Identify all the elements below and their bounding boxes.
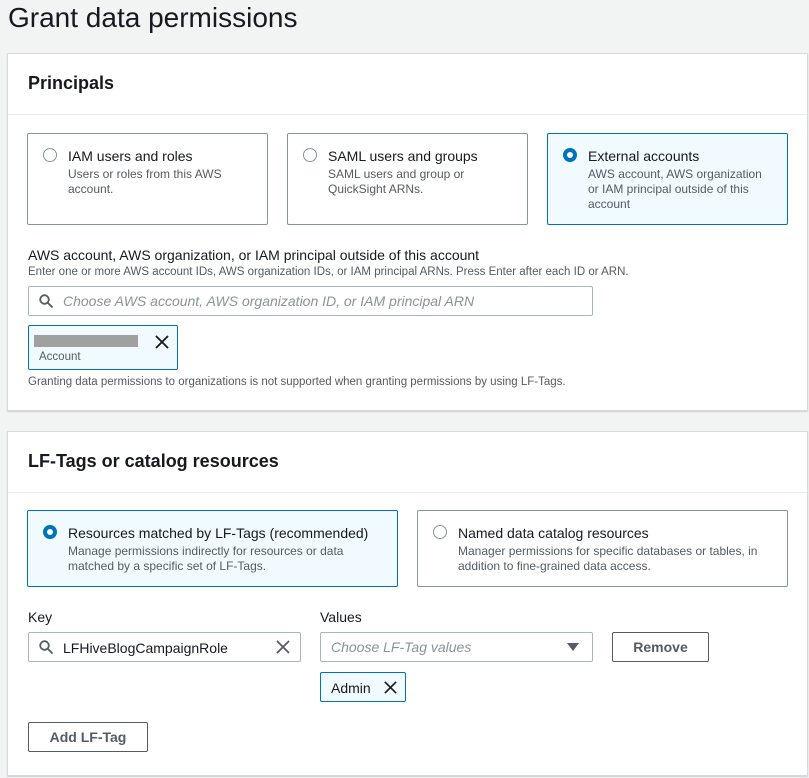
option-title: External accounts bbox=[588, 148, 700, 164]
principal-option-iam[interactable]: IAM users and roles Users or roles from … bbox=[27, 133, 268, 225]
principals-heading: Principals bbox=[8, 54, 807, 115]
option-title: IAM users and roles bbox=[68, 148, 193, 164]
values-placeholder: Choose LF-Tag values bbox=[331, 639, 472, 655]
option-desc: SAML users and group or QuickSight ARNs. bbox=[328, 167, 465, 196]
lftags-panel: LF-Tags or catalog resources Resources m… bbox=[7, 431, 808, 776]
key-input[interactable]: LFHiveBlogCampaignRole bbox=[28, 632, 301, 662]
option-desc: Users or roles from this AWS account. bbox=[68, 167, 222, 196]
option-desc: Manager permissions for specific databas… bbox=[458, 544, 758, 573]
radio-lftags[interactable] bbox=[43, 525, 57, 539]
radio-saml[interactable] bbox=[303, 148, 317, 162]
add-lftag-button[interactable]: Add LF-Tag bbox=[28, 722, 148, 752]
token-sublabel: Account bbox=[39, 351, 81, 363]
radio-iam[interactable] bbox=[43, 148, 57, 162]
option-desc: AWS account, AWS organization or IAM pri… bbox=[588, 167, 762, 211]
resource-option-lftags[interactable]: Resources matched by LF-Tags (recommende… bbox=[27, 510, 398, 587]
search-icon bbox=[39, 640, 53, 654]
principal-option-external[interactable]: External accounts AWS account, AWS organ… bbox=[547, 133, 788, 225]
remove-button[interactable]: Remove bbox=[612, 632, 709, 662]
close-icon[interactable] bbox=[155, 335, 169, 349]
option-title: Named data catalog resources bbox=[458, 525, 649, 541]
close-icon[interactable] bbox=[384, 681, 397, 694]
resource-option-named[interactable]: Named data catalog resources Manager per… bbox=[417, 510, 788, 587]
principals-panel: Principals IAM users and roles Users or … bbox=[7, 53, 808, 411]
page-title: Grant data permissions bbox=[8, 2, 298, 33]
value-token: Admin bbox=[320, 672, 406, 702]
option-title: SAML users and groups bbox=[328, 148, 478, 164]
option-title: Resources matched by LF-Tags (recommende… bbox=[68, 525, 369, 541]
principal-option-saml[interactable]: SAML users and groups SAML users and gro… bbox=[287, 133, 528, 225]
value-token-label: Admin bbox=[331, 680, 371, 696]
option-desc: Manage permissions indirectly for resour… bbox=[68, 544, 344, 573]
redacted-account-id bbox=[34, 335, 138, 347]
key-label: Key bbox=[28, 609, 53, 625]
values-select[interactable]: Choose LF-Tag values bbox=[320, 632, 593, 662]
radio-named[interactable] bbox=[433, 525, 447, 539]
key-value: LFHiveBlogCampaignRole bbox=[63, 640, 228, 656]
principal-search-input[interactable]: Choose AWS account, AWS organization ID,… bbox=[28, 286, 593, 316]
clear-icon[interactable] bbox=[276, 640, 290, 654]
organizations-note: Granting data permissions to organizatio… bbox=[28, 376, 566, 388]
values-label: Values bbox=[320, 609, 362, 625]
search-placeholder: Choose AWS account, AWS organization ID,… bbox=[63, 293, 475, 309]
lftags-heading: LF-Tags or catalog resources bbox=[8, 432, 807, 493]
account-token: Account bbox=[28, 325, 178, 370]
caret-down-icon bbox=[567, 643, 579, 651]
search-icon bbox=[39, 294, 53, 308]
principal-field-desc: Enter one or more AWS account IDs, AWS o… bbox=[28, 266, 629, 278]
principal-field-label: AWS account, AWS organization, or IAM pr… bbox=[28, 247, 480, 263]
radio-external[interactable] bbox=[563, 148, 577, 162]
